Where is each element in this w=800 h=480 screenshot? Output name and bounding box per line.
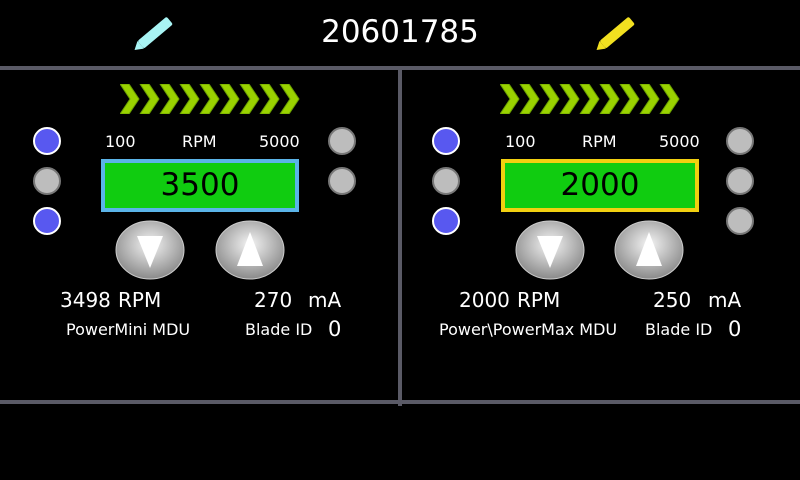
direction-chevrons-icon [500, 84, 680, 114]
bottom-divider [0, 400, 800, 404]
right-indicator-3 [726, 207, 754, 235]
direction-chevrons-icon [120, 84, 300, 114]
scale-min: 100 [505, 132, 536, 151]
rpm-setpoint-display[interactable]: 3500 [101, 159, 299, 212]
left-indicator-1 [33, 127, 61, 155]
scale-max: 5000 [259, 132, 300, 151]
actual-rpm-value: 3498 [60, 288, 111, 312]
serial-number: 20601785 [321, 14, 479, 50]
decrease-button[interactable] [115, 220, 185, 280]
left-indicator-2 [432, 167, 460, 195]
left-indicator-3 [432, 207, 460, 235]
current-value: 250 [653, 288, 692, 312]
left-indicator-2 [33, 167, 61, 195]
scale-max: 5000 [659, 132, 700, 151]
actual-rpm-value: 2000 [459, 288, 510, 312]
left-indicator-1 [432, 127, 460, 155]
current-unit: mA [308, 288, 342, 312]
blade-id-value: 0 [728, 317, 742, 341]
right-indicator-2 [328, 167, 356, 195]
decrease-button[interactable] [515, 220, 585, 280]
left-drive-panel: 100 RPM 5000 3500 3498 RPM 270 mA PowerM… [0, 70, 398, 400]
current-value: 270 [254, 288, 293, 312]
right-indicator-1 [328, 127, 356, 155]
actual-rpm-unit: RPM [118, 288, 162, 312]
right-indicator-2 [726, 167, 754, 195]
scale-unit: RPM [582, 132, 617, 151]
pen-icon[interactable] [588, 12, 648, 52]
device-name: PowerMini MDU [66, 320, 191, 339]
scale-unit: RPM [182, 132, 217, 151]
device-name: Power\PowerMax MDU [439, 320, 618, 339]
increase-button[interactable] [215, 220, 285, 280]
increase-button[interactable] [614, 220, 684, 280]
current-unit: mA [708, 288, 742, 312]
blade-id-label: Blade ID [245, 320, 313, 339]
right-drive-panel: 100 RPM 5000 2000 2000 RPM 250 mA Power\… [402, 70, 800, 400]
rpm-setpoint-display[interactable]: 2000 [501, 159, 699, 212]
blade-id-label: Blade ID [645, 320, 713, 339]
right-indicator-1 [726, 127, 754, 155]
actual-rpm-unit: RPM [517, 288, 561, 312]
left-indicator-3 [33, 207, 61, 235]
scale-min: 100 [105, 132, 136, 151]
blade-id-value: 0 [328, 317, 342, 341]
